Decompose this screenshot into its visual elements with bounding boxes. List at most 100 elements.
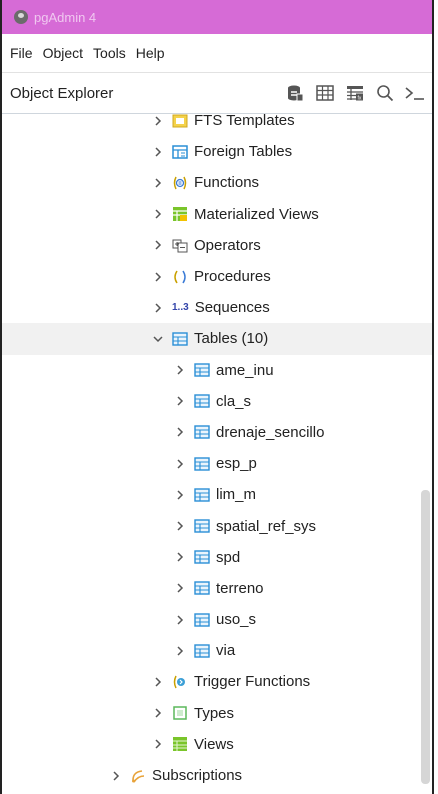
chevron-right-icon[interactable] xyxy=(174,364,186,376)
chevron-right-icon[interactable] xyxy=(174,645,186,657)
table-icon xyxy=(194,518,210,534)
node-label: Foreign Tables xyxy=(194,143,293,161)
menu-object[interactable]: Object xyxy=(38,45,88,61)
table-icon xyxy=(194,580,210,596)
table-row[interactable]: lim_m xyxy=(2,479,432,510)
menu-bar: File Object Tools Help xyxy=(2,34,432,73)
title-bar: pgAdmin 4 xyxy=(2,0,432,35)
chevron-right-icon[interactable] xyxy=(152,239,164,251)
table-icon xyxy=(194,424,210,440)
node-label: Sequences xyxy=(194,299,270,317)
table-label: via xyxy=(216,642,236,660)
query-tool-icon[interactable] xyxy=(282,81,308,105)
chevron-right-icon[interactable] xyxy=(152,302,164,314)
table-label: lim_m xyxy=(216,486,256,504)
filtered-rows-icon[interactable]: fx xyxy=(342,81,368,105)
table-row[interactable]: ame_inu xyxy=(2,355,432,386)
object-explorer-header: Object Explorer fx xyxy=(2,73,432,114)
tree-node-operators[interactable]: Operators xyxy=(2,230,432,261)
tree-node-sequences[interactable]: 1..3 Sequences xyxy=(2,292,432,323)
table-icon xyxy=(194,362,210,378)
subscription-icon xyxy=(130,768,146,784)
chevron-right-icon[interactable] xyxy=(152,115,164,127)
tree-node-views[interactable]: Views xyxy=(2,729,432,760)
tree-node-trigger-functions[interactable]: Trigger Functions xyxy=(2,666,432,697)
table-label: uso_s xyxy=(216,611,257,629)
table-label: cla_s xyxy=(216,392,252,410)
node-label: Functions xyxy=(194,174,260,192)
tree-scrollbar-thumb[interactable] xyxy=(421,490,430,784)
tree-node-subscriptions[interactable]: Subscriptions xyxy=(2,760,432,791)
svg-text:fx: fx xyxy=(358,96,362,102)
table-icon xyxy=(194,549,210,565)
table-label: drenaje_sencillo xyxy=(216,423,325,441)
table-row[interactable]: cla_s xyxy=(2,386,432,417)
procedure-icon xyxy=(172,269,188,285)
table-icon xyxy=(194,487,210,503)
table-row[interactable]: terreno xyxy=(2,573,432,604)
tree-node-fts-templates[interactable]: FTS Templates xyxy=(2,113,432,136)
psql-tool-icon[interactable] xyxy=(402,81,428,105)
chevron-down-icon[interactable] xyxy=(152,333,164,345)
view-icon xyxy=(172,736,188,752)
table-row[interactable]: esp_p xyxy=(2,448,432,479)
menu-file[interactable]: File xyxy=(2,45,38,61)
chevron-right-icon[interactable] xyxy=(174,426,186,438)
chevron-right-icon[interactable] xyxy=(174,551,186,563)
node-label: Tables (10) xyxy=(194,330,269,348)
pgadmin-window: pgAdmin 4 File Object Tools Help Object … xyxy=(0,0,434,794)
node-label: Procedures xyxy=(194,268,271,286)
node-label: Subscriptions xyxy=(152,767,243,785)
menu-tools[interactable]: Tools xyxy=(88,45,131,61)
materialized-view-icon xyxy=(172,206,188,222)
tree-node-functions[interactable]: Functions xyxy=(2,167,432,198)
app-title: pgAdmin 4 xyxy=(34,9,97,25)
chevron-right-icon[interactable] xyxy=(152,208,164,220)
tree-node-foreign-tables[interactable]: Foreign Tables xyxy=(2,136,432,167)
table-row[interactable]: spatial_ref_sys xyxy=(2,510,432,541)
panel-title: Object Explorer xyxy=(10,84,114,102)
table-label: spatial_ref_sys xyxy=(216,517,317,535)
table-row[interactable]: uso_s xyxy=(2,604,432,635)
table-label: ame_inu xyxy=(216,361,274,379)
chevron-right-icon[interactable] xyxy=(174,614,186,626)
tables-icon xyxy=(172,331,188,347)
chevron-right-icon[interactable] xyxy=(152,271,164,283)
function-icon xyxy=(172,175,188,191)
chevron-right-icon[interactable] xyxy=(174,458,186,470)
tree-node-materialized-views[interactable]: Materialized Views xyxy=(2,199,432,230)
sequence-icon: 1..3 xyxy=(172,302,189,314)
chevron-right-icon[interactable] xyxy=(152,707,164,719)
table-icon xyxy=(194,612,210,628)
chevron-right-icon[interactable] xyxy=(152,676,164,688)
table-row[interactable]: via xyxy=(2,635,432,666)
table-icon xyxy=(194,456,210,472)
menu-help[interactable]: Help xyxy=(131,45,170,61)
table-row[interactable]: spd xyxy=(2,542,432,573)
tree-node-types[interactable]: Types xyxy=(2,698,432,729)
table-label: terreno xyxy=(216,579,264,597)
trigger-function-icon xyxy=(172,674,188,690)
chevron-right-icon[interactable] xyxy=(174,489,186,501)
tree-node-tables[interactable]: Tables (10) xyxy=(2,323,432,355)
view-data-icon[interactable] xyxy=(312,81,338,105)
table-icon xyxy=(194,393,210,409)
table-row[interactable]: drenaje_sencillo xyxy=(2,417,432,448)
chevron-right-icon[interactable] xyxy=(152,146,164,158)
fts-template-icon xyxy=(172,113,188,129)
chevron-right-icon[interactable] xyxy=(174,582,186,594)
foreign-table-icon xyxy=(172,144,188,160)
tree-node-procedures[interactable]: Procedures xyxy=(2,261,432,292)
chevron-right-icon[interactable] xyxy=(174,395,186,407)
type-icon xyxy=(172,705,188,721)
chevron-right-icon[interactable] xyxy=(152,177,164,189)
chevron-right-icon[interactable] xyxy=(174,520,186,532)
node-label: Trigger Functions xyxy=(194,673,311,691)
chevron-right-icon[interactable] xyxy=(110,770,122,782)
table-label: spd xyxy=(216,548,241,566)
node-label: Views xyxy=(194,735,234,753)
object-tree: FTS Templates Foreign Tables Functions M… xyxy=(2,113,432,794)
search-objects-icon[interactable] xyxy=(372,81,398,105)
table-icon xyxy=(194,643,210,659)
chevron-right-icon[interactable] xyxy=(152,738,164,750)
